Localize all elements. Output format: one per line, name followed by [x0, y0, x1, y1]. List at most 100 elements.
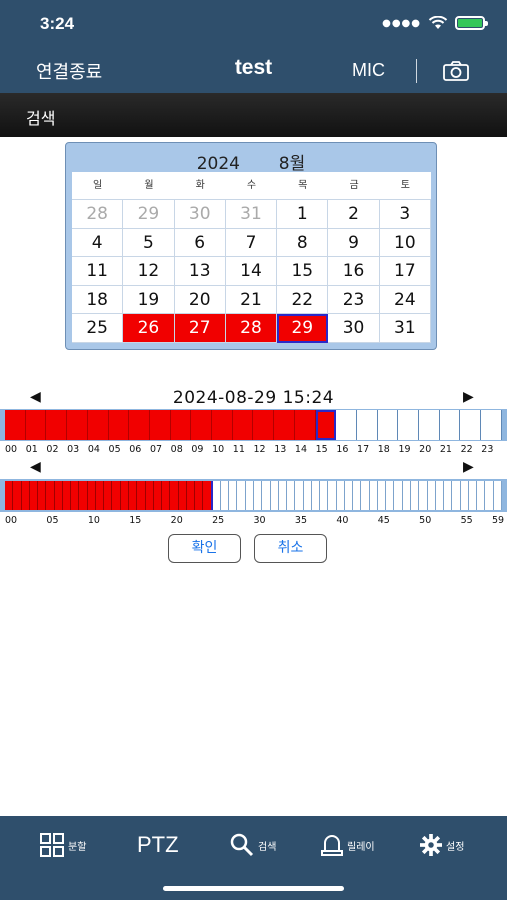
hour-cell[interactable]	[149, 410, 171, 440]
hour-cell[interactable]	[67, 410, 88, 440]
minute-cell[interactable]	[95, 481, 105, 510]
minute-cell[interactable]	[21, 481, 30, 510]
minute-cell[interactable]	[79, 481, 88, 510]
confirm-button[interactable]: 확인	[168, 534, 241, 563]
calendar-day[interactable]: 14	[225, 257, 278, 286]
hour-cell[interactable]	[5, 410, 26, 440]
minute-cell[interactable]	[278, 481, 288, 510]
calendar-day[interactable]: 9	[328, 228, 380, 258]
minute-cell[interactable]	[186, 481, 196, 510]
minute-cell[interactable]	[237, 481, 246, 510]
calendar-day[interactable]: 25	[72, 314, 124, 343]
hour-cell[interactable]	[129, 410, 150, 440]
calendar-day[interactable]: 13	[174, 257, 226, 286]
hour-cell[interactable]	[481, 410, 502, 440]
hour-cell[interactable]	[398, 410, 420, 440]
minute-cell[interactable]	[229, 481, 238, 510]
calendar-day-selected[interactable]: 29	[277, 314, 329, 343]
minute-cell[interactable]	[353, 481, 362, 510]
minute-cell[interactable]	[452, 481, 461, 510]
calendar-day[interactable]: 3	[379, 200, 431, 229]
hour-cell[interactable]	[356, 410, 378, 440]
minute-cell[interactable]	[162, 481, 171, 510]
minute-cell[interactable]	[128, 481, 138, 510]
minute-cell[interactable]	[203, 481, 213, 510]
calendar-day[interactable]: 24	[379, 285, 431, 315]
calendar-day[interactable]: 29	[123, 200, 175, 229]
calendar-day[interactable]: 6	[174, 228, 226, 258]
hour-cell[interactable]	[191, 410, 213, 440]
calendar-day[interactable]: 20	[174, 285, 226, 315]
tab-ptz[interactable]: PTZ	[137, 830, 179, 860]
calendar-day[interactable]: 12	[123, 257, 175, 286]
minute-cell[interactable]	[328, 481, 337, 510]
calendar-day[interactable]: 2	[328, 200, 380, 229]
minute-cell[interactable]	[427, 481, 436, 510]
hour-cell[interactable]	[25, 410, 47, 440]
minute-cell[interactable]	[444, 481, 453, 510]
minute-cell[interactable]	[468, 481, 478, 510]
minute-cell[interactable]	[320, 481, 329, 510]
minute-cell[interactable]	[38, 481, 47, 510]
minute-cell[interactable]	[369, 481, 378, 510]
minute-cell[interactable]	[87, 481, 96, 510]
minute-cell[interactable]	[104, 481, 113, 510]
next-hour-arrow[interactable]: ▶	[463, 459, 474, 475]
minute-cell[interactable]	[287, 481, 296, 510]
calendar-day[interactable]: 27	[174, 314, 226, 343]
calendar-day[interactable]: 26	[123, 314, 175, 343]
calendar-day[interactable]: 5	[123, 228, 175, 258]
minute-cell[interactable]	[13, 481, 22, 510]
prev-hour-arrow[interactable]: ◀	[30, 459, 41, 475]
minute-cell[interactable]	[54, 481, 63, 510]
minute-cell[interactable]	[394, 481, 403, 510]
minute-cell[interactable]	[262, 481, 271, 510]
hour-cell[interactable]	[232, 410, 254, 440]
minute-cell[interactable]	[295, 481, 304, 510]
minute-cell[interactable]	[435, 481, 445, 510]
calendar-day[interactable]: 31	[379, 314, 431, 343]
hour-cell[interactable]	[419, 410, 440, 440]
minute-cell[interactable]	[170, 481, 179, 510]
calendar-day[interactable]: 23	[328, 285, 380, 315]
tab-split[interactable]: 분할	[40, 830, 86, 860]
calendar-day[interactable]: 28	[225, 314, 278, 343]
minute-cell[interactable]	[460, 481, 469, 510]
minute-cell[interactable]	[485, 481, 494, 510]
minute-cell[interactable]	[411, 481, 420, 510]
minute-cell[interactable]	[336, 481, 345, 510]
minute-cell[interactable]	[311, 481, 321, 510]
calendar-day[interactable]: 19	[123, 285, 175, 315]
hour-cell[interactable]	[460, 410, 482, 440]
minute-cell[interactable]	[29, 481, 39, 510]
minute-cell[interactable]	[344, 481, 354, 510]
minute-cell[interactable]	[220, 481, 230, 510]
minute-cell[interactable]	[62, 481, 72, 510]
minute-cell[interactable]	[112, 481, 121, 510]
calendar-day[interactable]: 4	[72, 228, 124, 258]
minute-cell[interactable]	[377, 481, 387, 510]
minute-cell[interactable]	[178, 481, 187, 510]
tab-relay[interactable]: 릴레이	[321, 830, 375, 860]
minute-cell[interactable]	[46, 481, 55, 510]
calendar-day[interactable]: 16	[328, 257, 380, 286]
calendar-day[interactable]: 21	[225, 285, 278, 315]
minute-cell[interactable]	[212, 481, 221, 510]
hour-cell[interactable]	[315, 410, 337, 440]
minute-cell[interactable]	[402, 481, 412, 510]
hour-cell[interactable]	[439, 410, 461, 440]
hour-cell[interactable]	[87, 410, 109, 440]
calendar-day[interactable]: 10	[379, 228, 431, 258]
minute-cell[interactable]	[386, 481, 395, 510]
hour-cell[interactable]	[274, 410, 295, 440]
calendar-day[interactable]: 30	[174, 200, 226, 229]
minute-cell[interactable]	[137, 481, 146, 510]
calendar-day[interactable]: 1	[277, 200, 329, 229]
minute-cell[interactable]	[245, 481, 254, 510]
hour-cell[interactable]	[46, 410, 68, 440]
minute-cell[interactable]	[477, 481, 486, 510]
hour-cell[interactable]	[294, 410, 316, 440]
disconnect-button[interactable]: 연결종료	[36, 58, 102, 84]
minute-cell[interactable]	[5, 481, 14, 510]
next-day-arrow[interactable]: ▶	[463, 389, 474, 405]
